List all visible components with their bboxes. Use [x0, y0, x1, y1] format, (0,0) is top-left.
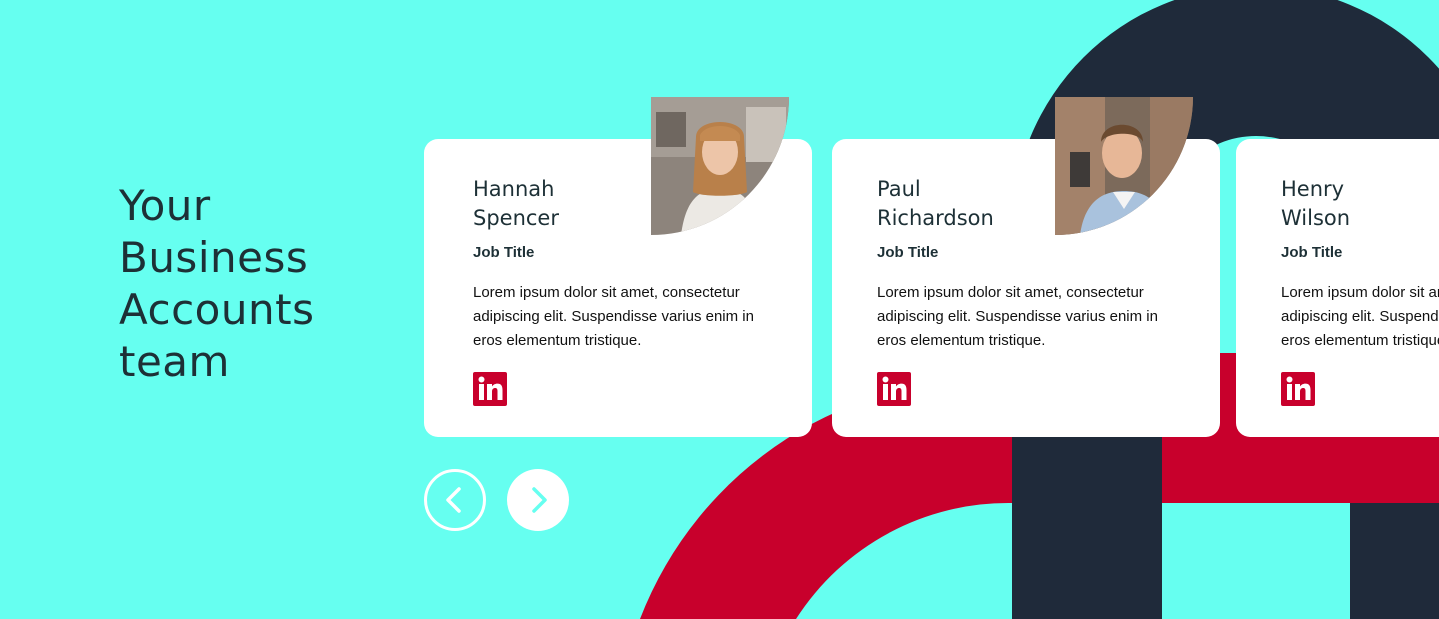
heading-line: Your [119, 181, 211, 230]
member-first-name: Hannah [473, 177, 555, 201]
team-card-henry-wilson: Henry Wilson Job Title Lorem ipsum dolor… [1236, 139, 1439, 437]
heading-line: Business [119, 233, 309, 282]
heading-line: Accounts [119, 285, 315, 334]
section-heading: Your Business Accounts team [119, 180, 379, 388]
member-last-name: Spencer [473, 206, 559, 230]
linkedin-icon[interactable] [1281, 372, 1315, 406]
chevron-left-icon [446, 487, 461, 513]
member-first-name: Paul [877, 177, 921, 201]
member-first-name: Henry [1281, 177, 1345, 201]
member-last-name: Richardson [877, 206, 994, 230]
member-bio: Lorem ipsum dolor sit amet, consectetur … [473, 284, 754, 349]
member-bio: Lorem ipsum dolor sit amet, consectetur … [877, 284, 1158, 349]
linkedin-icon[interactable] [877, 372, 911, 406]
member-job-title: Job Title [473, 244, 535, 261]
member-job-title: Job Title [1281, 244, 1343, 261]
member-name: Hannah Spencer [473, 175, 559, 233]
member-last-name: Wilson [1281, 206, 1351, 230]
carousel-prev-button[interactable] [424, 469, 486, 531]
carousel-next-button[interactable] [507, 469, 569, 531]
chevron-right-icon [532, 487, 547, 513]
heading-line: team [119, 337, 230, 386]
member-name: Henry Wilson [1281, 175, 1350, 233]
member-bio: Lorem ipsum dolor sit amet, consectetur … [1281, 284, 1439, 349]
member-job-title: Job Title [877, 244, 939, 261]
linkedin-icon[interactable] [473, 372, 507, 406]
member-name: Paul Richardson [877, 175, 994, 233]
